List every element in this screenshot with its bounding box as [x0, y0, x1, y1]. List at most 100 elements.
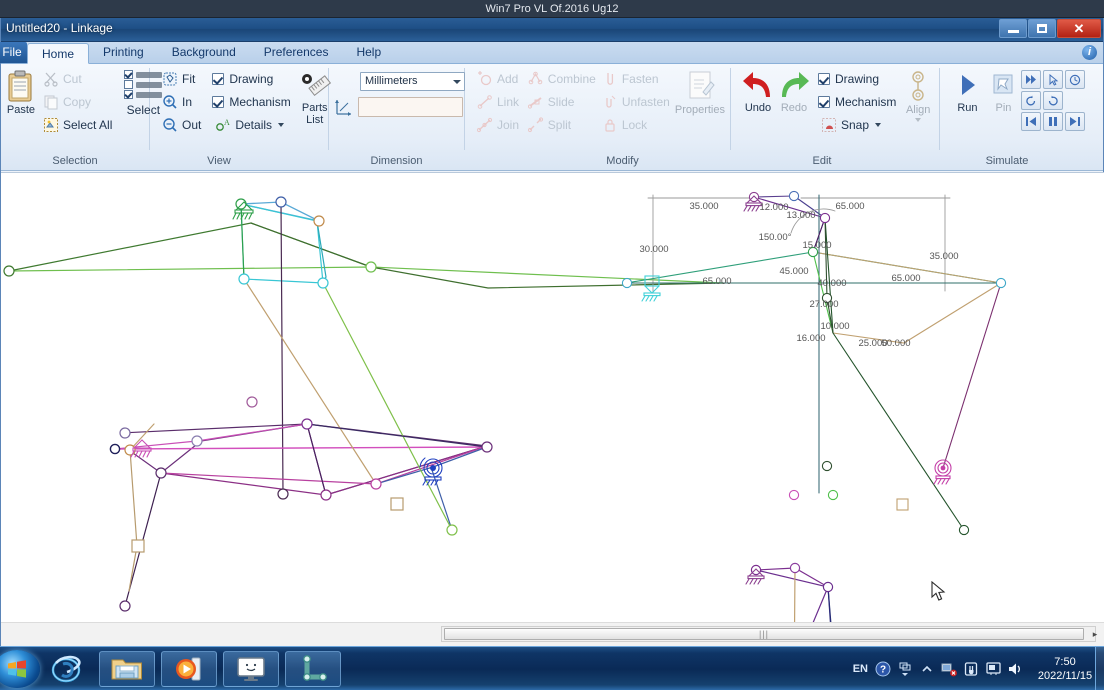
- dimension-labels: 35.000 12.00013.000 65.000 150.00° 15.000 30.…: [639, 201, 958, 349]
- show-desktop-button[interactable]: [1095, 647, 1104, 690]
- horizontal-scrollbar[interactable]: |||: [441, 626, 1096, 642]
- chevron-down-icon: [875, 122, 882, 127]
- dimension-input[interactable]: [358, 97, 463, 117]
- maximize-button[interactable]: [1028, 19, 1056, 38]
- taskbar-item-linkage[interactable]: [285, 651, 341, 687]
- units-select[interactable]: Millimeters: [360, 72, 465, 91]
- skip-forward-button[interactable]: [1065, 112, 1085, 131]
- dimension-label: 12.000: [759, 202, 788, 213]
- taskbar-item-monitor-app[interactable]: [223, 651, 279, 687]
- drawing-canvas[interactable]: 35.000 12.000 13.000 65.000 150.00° 15.000 30.…: [1, 172, 1104, 622]
- view-drawing-checkbox[interactable]: Drawing: [212, 68, 290, 89]
- language-indicator[interactable]: EN: [849, 663, 872, 675]
- view-drawing-label: Drawing: [229, 71, 274, 86]
- window-title: Untitled20 - Linkage: [6, 21, 113, 35]
- clock-button[interactable]: [1065, 70, 1085, 89]
- tab-printing[interactable]: Printing: [89, 42, 158, 63]
- redo-button[interactable]: Redo: [776, 68, 812, 114]
- file-explorer-icon: [111, 659, 142, 680]
- taskbar-item-media-player[interactable]: [161, 651, 217, 687]
- minimize-icon: [1007, 30, 1019, 33]
- power-icon[interactable]: [960, 658, 982, 680]
- pause-button[interactable]: [1043, 112, 1063, 131]
- align-button[interactable]: Align: [902, 68, 934, 122]
- fasten-button[interactable]: Fasten: [599, 68, 673, 89]
- properties-button[interactable]: Properties: [675, 68, 725, 116]
- dimension-label: 65.000: [835, 201, 864, 212]
- slide-button[interactable]: Slide: [525, 91, 599, 112]
- group-label-simulate: Simulate: [985, 155, 1029, 167]
- link-button[interactable]: Link: [474, 91, 525, 112]
- zoom-in-button[interactable]: In: [159, 91, 204, 112]
- help-icon[interactable]: ?: [872, 658, 894, 680]
- taskbar-item-file-explorer[interactable]: [99, 651, 155, 687]
- view-mechanism-checkbox[interactable]: Mechanism: [212, 91, 291, 112]
- taskbar-item-internet-explorer[interactable]: [42, 651, 90, 687]
- edit-mechanism-checkbox[interactable]: Mechanism: [818, 91, 896, 112]
- rotate-cw-button[interactable]: [1043, 91, 1063, 110]
- combine-button[interactable]: Combine: [525, 68, 599, 89]
- join-button[interactable]: Join: [474, 114, 525, 135]
- lock-icon: [605, 118, 615, 132]
- unfasten-button[interactable]: Unfasten: [599, 91, 673, 112]
- fit-label: Fit: [182, 71, 196, 86]
- checkbox-icon: [124, 90, 134, 99]
- checkbox-icon: [818, 72, 830, 85]
- tab-background[interactable]: Background: [158, 42, 250, 63]
- tab-home[interactable]: Home: [27, 43, 90, 64]
- skip-back-button[interactable]: [1021, 112, 1041, 131]
- tab-file[interactable]: File: [0, 42, 27, 63]
- network-error-icon[interactable]: [938, 658, 960, 680]
- scroll-right-button[interactable]: ▸: [1089, 628, 1101, 641]
- clock[interactable]: 7:50 2022/11/15: [1026, 655, 1104, 683]
- run-button[interactable]: Run: [949, 68, 986, 114]
- paste-button[interactable]: Paste: [6, 68, 36, 116]
- fast-forward-button[interactable]: [1021, 70, 1041, 89]
- align-icon: [912, 71, 924, 101]
- power-plug-icon: [964, 662, 978, 676]
- unfasten-label: Unfasten: [621, 94, 670, 109]
- snap-label: Snap: [841, 117, 870, 132]
- play-icon: [962, 75, 976, 95]
- snap-button[interactable]: Snap: [818, 114, 896, 135]
- split-button[interactable]: Split: [525, 114, 599, 135]
- tab-help[interactable]: Help: [342, 42, 395, 63]
- horizontal-scrollbar-thumb[interactable]: |||: [444, 628, 1084, 640]
- info-icon[interactable]: i: [1082, 45, 1097, 60]
- lock-label: Lock: [621, 117, 648, 132]
- close-button[interactable]: ✕: [1057, 19, 1101, 38]
- cut-button[interactable]: Cut: [40, 68, 115, 89]
- add-button[interactable]: Add: [474, 68, 525, 89]
- pin-button[interactable]: Pin: [986, 68, 1021, 114]
- zoom-out-button[interactable]: Out: [159, 114, 204, 135]
- parts-list-button[interactable]: Parts List: [299, 68, 331, 126]
- chevron-up-icon: [922, 665, 932, 672]
- display-icon[interactable]: [982, 658, 1004, 680]
- rotate-ccw-button[interactable]: [1021, 91, 1041, 110]
- tray-expand-button[interactable]: [916, 658, 938, 680]
- undo-button[interactable]: Undo: [740, 68, 776, 114]
- show-hidden-icons-button[interactable]: [894, 658, 916, 680]
- pointer-button[interactable]: [1043, 70, 1063, 89]
- fit-button[interactable]: Fit: [159, 68, 204, 89]
- volume-icon[interactable]: [1004, 658, 1026, 680]
- group-label-selection: Selection: [52, 155, 98, 167]
- edit-drawing-checkbox[interactable]: Drawing: [818, 68, 896, 89]
- copy-button[interactable]: Copy: [40, 91, 115, 112]
- ribbon: Paste Cut Copy Select All Select Selecti…: [1, 64, 1103, 171]
- zoom-out-label: Out: [182, 117, 202, 132]
- properties-icon: [689, 71, 715, 99]
- tab-preferences[interactable]: Preferences: [250, 42, 343, 63]
- pin-icon: [993, 74, 1013, 94]
- details-icon: A: [216, 118, 230, 131]
- zoom-out-icon: [163, 117, 177, 132]
- minimize-button[interactable]: [999, 19, 1027, 38]
- join-icon: [477, 117, 493, 132]
- lock-button[interactable]: Lock: [599, 114, 673, 135]
- start-button[interactable]: [0, 650, 40, 688]
- dimension-label: 40.000: [817, 278, 846, 289]
- details-button[interactable]: A Details: [212, 114, 290, 135]
- cut-label: Cut: [63, 71, 82, 86]
- select-all-button[interactable]: Select All: [40, 114, 115, 135]
- select-all-label: Select All: [63, 117, 113, 132]
